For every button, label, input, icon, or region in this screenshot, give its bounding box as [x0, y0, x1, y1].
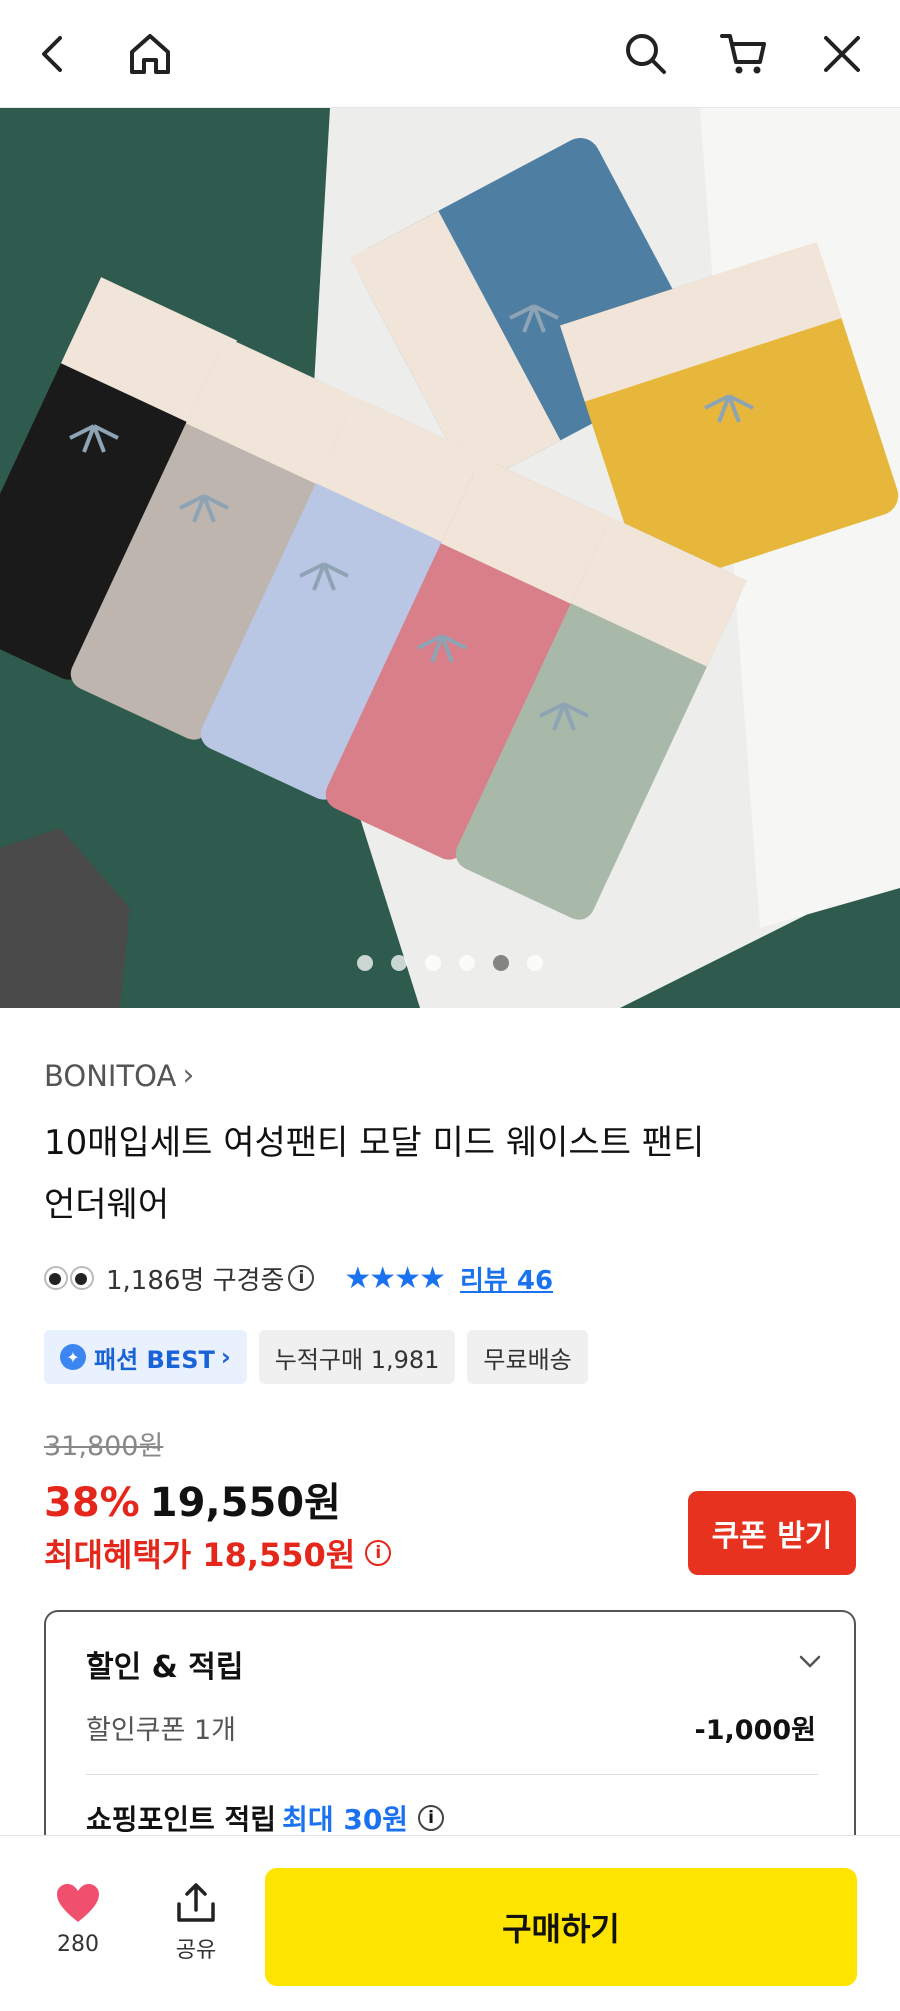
coupon-discount-row: 할인쿠폰 1개 -1,000원 — [86, 1708, 816, 1747]
brand-link[interactable]: BONITOA › — [44, 1058, 194, 1093]
chevron-right-icon: › — [220, 1343, 231, 1371]
search-icon — [626, 34, 666, 74]
info-icon[interactable]: i — [365, 1540, 392, 1566]
back-arrow-icon — [42, 36, 62, 72]
free-shipping-tag: 무료배송 — [467, 1330, 588, 1384]
shopping-points-label: 쇼핑포인트 적립 — [86, 1803, 277, 1836]
original-price: 31,800원 — [44, 1431, 164, 1462]
coupon-discount-label: 할인쿠폰 1개 — [86, 1715, 236, 1746]
pagination-dot[interactable] — [527, 955, 543, 971]
close-button[interactable] — [810, 22, 874, 86]
review-link[interactable]: 리뷰 46 — [460, 1260, 553, 1297]
home-icon — [130, 34, 170, 74]
best-badge-icon: ✦ — [60, 1344, 86, 1370]
share-icon — [177, 1883, 215, 1922]
like-count: 280 — [57, 1932, 99, 1957]
shopping-points-row: 쇼핑포인트 적립 최대 30원 i — [86, 1798, 445, 1838]
product-meta-row: 1,186명 구경중 i ★★★★ 리뷰 46 — [44, 1258, 553, 1298]
product-title-line1: 10매입세트 여성팬티 모달 미드 웨이스트 팬티 — [44, 1123, 705, 1163]
divider — [86, 1774, 818, 1775]
share-button[interactable]: 공유 — [158, 1882, 234, 1964]
cart-button[interactable] — [712, 22, 776, 86]
shopping-points-value: 최대 30원 — [282, 1803, 409, 1836]
pagination-dot[interactable] — [357, 955, 373, 971]
chevron-right-icon: › — [182, 1058, 195, 1093]
pagination-dot[interactable] — [425, 955, 441, 971]
fashion-best-tag[interactable]: ✦ 패션 BEST › — [44, 1330, 247, 1384]
top-navigation-bar — [0, 0, 900, 108]
viewer-count: 1,186명 구경중 — [106, 1265, 285, 1296]
sale-price-row: 38% 19,550원 — [44, 1470, 341, 1528]
benefits-header: 할인 & 적립 — [86, 1650, 244, 1685]
info-icon[interactable]: i — [418, 1805, 445, 1831]
max-benefit-label: 최대혜택가 18,550원 — [44, 1536, 356, 1574]
search-button[interactable] — [614, 22, 678, 86]
close-icon — [824, 36, 860, 72]
product-tags: ✦ 패션 BEST › 누적구매 1,981 무료배송 — [44, 1330, 588, 1384]
discount-rate: 38% — [44, 1480, 140, 1526]
gallery-pagination — [0, 955, 900, 975]
purchase-count-tag: 누적구매 1,981 — [258, 1330, 456, 1384]
sale-price: 19,550원 — [149, 1480, 341, 1526]
bottom-action-bar: 280 공유 구매하기 — [0, 1835, 900, 2011]
max-benefit-price: 최대혜택가 18,550원 i — [44, 1530, 392, 1576]
product-title-line2: 언더웨어 — [44, 1185, 170, 1225]
product-image-gallery[interactable] — [0, 108, 900, 1008]
cart-icon — [720, 34, 766, 74]
heart-icon — [57, 1884, 99, 1922]
benefits-panel: 할인 & 적립 할인쿠폰 1개 -1,000원 쇼핑포인트 적립 최대 30원 … — [44, 1610, 856, 1870]
pagination-dot[interactable] — [459, 955, 475, 971]
share-label: 공유 — [175, 1938, 217, 1963]
coupon-discount-value: -1,000원 — [694, 1715, 816, 1746]
rating-stars: ★★★★ — [344, 1260, 446, 1296]
fashion-best-label: 패션 BEST — [94, 1345, 215, 1374]
eyes-icon — [44, 1266, 94, 1290]
chevron-down-icon[interactable] — [796, 1648, 824, 1680]
home-button[interactable] — [118, 22, 182, 86]
pagination-dot[interactable] — [391, 955, 407, 971]
back-button[interactable] — [22, 22, 86, 86]
coupon-button[interactable]: 쿠폰 받기 — [688, 1491, 856, 1575]
like-button[interactable]: 280 — [40, 1882, 116, 1957]
buy-button[interactable]: 구매하기 — [265, 1868, 857, 1986]
product-title: 10매입세트 여성팬티 모달 미드 웨이스트 팬티 언더웨어 — [44, 1112, 844, 1236]
pagination-dot-active[interactable] — [493, 955, 509, 971]
info-icon[interactable]: i — [288, 1265, 315, 1291]
brand-name: BONITOA — [44, 1058, 177, 1093]
product-photo — [0, 108, 900, 1008]
